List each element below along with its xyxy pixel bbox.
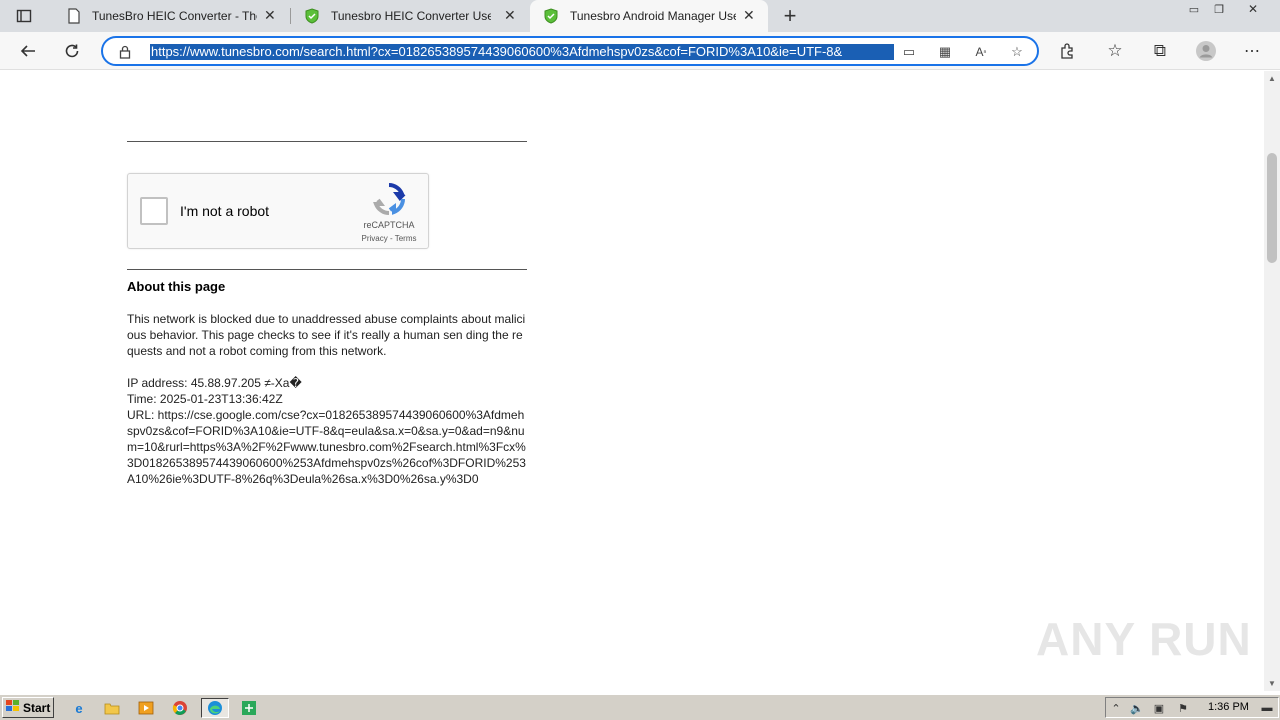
- tab-actions-icon[interactable]: [10, 2, 38, 30]
- page-content: I'm not a robot reCAPTCHA Privacy - Term…: [0, 71, 1264, 691]
- tab-heic-user-guide[interactable]: Tunesbro HEIC Converter User G ✕: [292, 0, 528, 32]
- tab-title: Tunesbro Android Manager Use: [570, 9, 736, 23]
- tab-title: TunesBro HEIC Converter - The: [92, 9, 257, 23]
- captcha-brand: reCAPTCHA: [363, 220, 415, 230]
- show-desktop-icon[interactable]: ▬: [1260, 701, 1274, 715]
- more-menu-icon[interactable]: ⋯: [1238, 37, 1266, 65]
- network-app-icon[interactable]: [235, 698, 263, 718]
- flag-icon[interactable]: ⚑: [1176, 701, 1190, 715]
- new-tab-icon[interactable]: +: [776, 2, 804, 30]
- shield-icon: [305, 8, 319, 27]
- captcha-label: I'm not a robot: [180, 203, 270, 219]
- close-icon[interactable]: ✕: [743, 7, 755, 24]
- about-title: About this page: [127, 279, 226, 294]
- close-icon[interactable]: ✕: [504, 7, 516, 24]
- taskbar: Start e ⌃ 🔈 ▣ ⚑ 1:36 PM ▬: [0, 694, 1280, 720]
- read-aloud-icon[interactable]: Aⁿ: [971, 42, 991, 62]
- time-stamp: Time: 2025-01-23T13:36:42Z: [127, 392, 283, 406]
- collections-icon[interactable]: ⧉: [1146, 37, 1174, 65]
- system-tray: ⌃ 🔈 ▣ ⚑ 1:36 PM ▬: [1105, 697, 1279, 718]
- recaptcha-logo-icon: [372, 182, 406, 216]
- recaptcha-widget: I'm not a robot reCAPTCHA Privacy - Term…: [127, 173, 429, 249]
- favorites-icon[interactable]: ☆: [1101, 37, 1129, 65]
- about-body: This network is blocked due to unaddress…: [127, 312, 526, 358]
- ip-address: IP address: 45.88.97.205 ≠-Xa�: [127, 376, 302, 390]
- captcha-privacy-terms-link[interactable]: Privacy - Terms: [344, 234, 434, 243]
- chevron-up-icon[interactable]: ⌃: [1109, 701, 1123, 715]
- captcha-checkbox[interactable]: [140, 197, 168, 225]
- divider: [127, 141, 527, 142]
- app-available-icon[interactable]: ▭: [899, 42, 919, 62]
- page-icon: [67, 8, 81, 27]
- extensions-icon[interactable]: [1053, 37, 1081, 65]
- tab-heic-converter[interactable]: TunesBro HEIC Converter - The ✕: [54, 0, 288, 32]
- network-icon[interactable]: ▣: [1152, 701, 1166, 715]
- anyrun-watermark: ANY RUN: [1036, 613, 1252, 665]
- scroll-thumb[interactable]: [1267, 153, 1277, 263]
- edge-icon[interactable]: [201, 698, 229, 718]
- chrome-icon[interactable]: [169, 698, 191, 718]
- refresh-icon[interactable]: [58, 37, 86, 65]
- divider: [127, 269, 527, 270]
- browser-toolbar: https://www.tunesbro.com/search.html?cx=…: [0, 32, 1280, 70]
- volume-icon[interactable]: 🔈: [1130, 701, 1144, 715]
- scroll-up-icon[interactable]: ▲: [1268, 74, 1276, 83]
- tab-strip: TunesBro HEIC Converter - The ✕ Tunesbro…: [0, 0, 1280, 32]
- scroll-down-icon[interactable]: ▼: [1268, 679, 1276, 688]
- windows-logo-icon: [6, 700, 20, 715]
- media-player-icon[interactable]: [135, 698, 157, 718]
- shield-icon: [544, 8, 558, 27]
- url-text[interactable]: https://www.tunesbro.com/search.html?cx=…: [150, 44, 894, 60]
- profile-avatar[interactable]: [1192, 37, 1220, 65]
- close-icon[interactable]: ✕: [264, 7, 276, 24]
- tab-title: Tunesbro HEIC Converter User G: [331, 9, 491, 23]
- internet-explorer-icon[interactable]: e: [68, 698, 90, 718]
- tab-android-manager[interactable]: Tunesbro Android Manager Use ✕: [530, 0, 768, 32]
- start-button[interactable]: Start: [2, 697, 54, 718]
- restore-icon[interactable]: ❐: [1208, 0, 1230, 18]
- minimize-icon[interactable]: ▭: [1183, 0, 1205, 18]
- add-favorite-icon[interactable]: ☆: [1007, 42, 1027, 62]
- back-icon[interactable]: [14, 37, 42, 65]
- file-explorer-icon[interactable]: [101, 698, 123, 718]
- clock[interactable]: 1:36 PM: [1208, 701, 1249, 713]
- close-window-icon[interactable]: ✕: [1240, 0, 1266, 18]
- scrollbar[interactable]: ▲ ▼: [1264, 71, 1280, 691]
- qr-code-icon[interactable]: ▦: [935, 42, 955, 62]
- address-bar[interactable]: https://www.tunesbro.com/search.html?cx=…: [101, 36, 1039, 66]
- start-label: Start: [23, 700, 51, 715]
- tab-separator: [290, 8, 291, 24]
- blocked-url: URL: https://cse.google.com/cse?cx=01826…: [127, 408, 526, 486]
- lock-icon[interactable]: [115, 42, 135, 62]
